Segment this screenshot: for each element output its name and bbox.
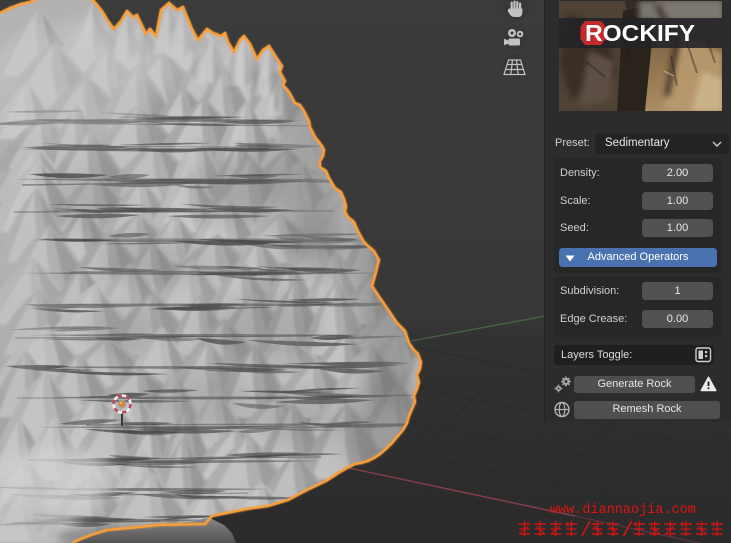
svg-text:ROCKIFY: ROCKIFY xyxy=(585,20,695,46)
